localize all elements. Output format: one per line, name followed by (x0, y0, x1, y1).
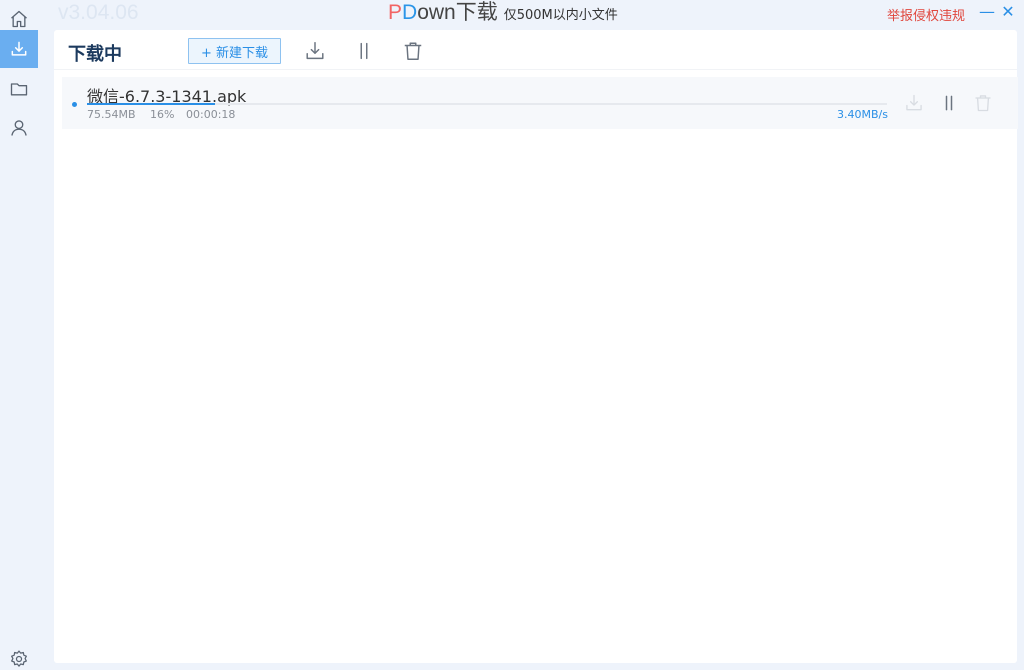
download-elapsed: 00:00:18 (186, 108, 236, 121)
page-title: 下载中 (68, 44, 122, 65)
main-panel: 下载中 + 新建下载 微信-6.7.3-1341.apk 75.54MB 16%… (54, 30, 1018, 663)
delete-all-button[interactable] (401, 39, 425, 63)
app-window: v3.04.06 P D own下载 仅500M以内小文件 举报侵权违规 — ✕… (0, 0, 1024, 670)
new-download-button[interactable]: + 新建下载 (188, 38, 281, 64)
title-bar: v3.04.06 P D own下载 仅500M以内小文件 举报侵权违规 — ✕ (38, 0, 1024, 30)
logo-letter-p: P (388, 1, 403, 24)
logo-text: own下载 (417, 1, 498, 24)
home-icon (11, 10, 27, 28)
pause-all-icon (360, 42, 368, 60)
progress-fill (87, 103, 215, 105)
item-download-icon (906, 94, 922, 111)
delete-all-icon (404, 42, 422, 60)
pause-all-button[interactable] (352, 39, 376, 63)
sidebar-item-files[interactable] (0, 70, 38, 108)
logo-letter-d: D (402, 1, 418, 24)
item-delete-icon (975, 95, 991, 112)
sidebar-item-settings[interactable] (0, 640, 38, 670)
start-all-button[interactable] (303, 39, 327, 63)
user-icon (11, 120, 27, 136)
status-dot (72, 102, 77, 107)
download-size: 75.54MB (87, 108, 136, 121)
download-icon (11, 41, 27, 56)
download-item[interactable]: 微信-6.7.3-1341.apk 75.54MB 16% 00:00:18 3… (62, 77, 1018, 129)
gear-icon (11, 650, 27, 667)
toolbar: 下载中 + 新建下载 (54, 30, 1017, 70)
sidebar (0, 0, 38, 670)
download-percent: 16% (150, 108, 175, 121)
download-all-icon (306, 42, 324, 60)
sidebar-item-downloading[interactable] (0, 30, 38, 68)
item-delete-button[interactable] (971, 91, 995, 115)
folder-icon (10, 83, 28, 96)
progress-bar (87, 103, 887, 105)
report-infringement-link[interactable]: 举报侵权违规 (887, 5, 965, 24)
app-title: P D own下载 仅500M以内小文件 (388, 0, 618, 26)
close-button[interactable]: ✕ (999, 2, 1017, 21)
item-pause-icon (945, 95, 953, 111)
tagline: 仅500M以内小文件 (503, 8, 618, 23)
sidebar-item-user[interactable] (0, 109, 38, 147)
download-speed: 3.40MB/s (837, 108, 888, 121)
version-label: v3.04.06 (58, 1, 139, 24)
item-pause-button[interactable] (937, 91, 961, 115)
item-start-button[interactable] (902, 91, 926, 115)
minimize-button[interactable]: — (978, 2, 996, 21)
